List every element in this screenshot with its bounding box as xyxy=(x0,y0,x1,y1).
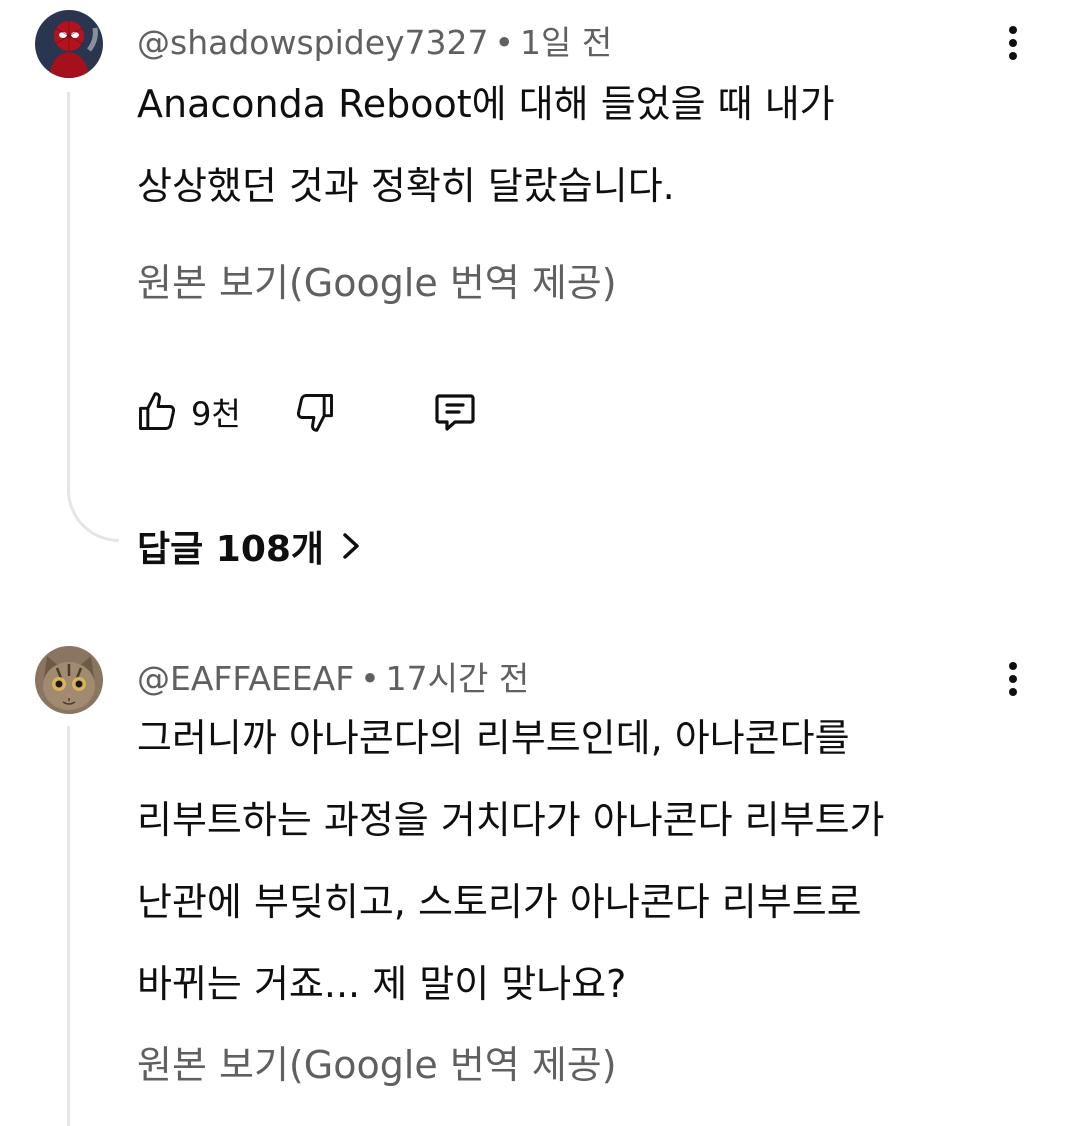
dislike-button[interactable] xyxy=(293,384,337,440)
like-button[interactable]: 9천 xyxy=(135,384,241,440)
comment-meta: @shadowspidey7327 • 1일 전 xyxy=(137,16,612,64)
comment-text: 그러니까 아나콘다의 리부트인데, 아나콘다를 리부트하는 과정을 거치다가 아… xyxy=(137,697,1017,1025)
like-count: 9천 xyxy=(191,395,241,433)
timestamp: 1일 전 xyxy=(520,23,613,62)
comment-text-line: Anaconda Reboot에 대해 들었을 때 내가 xyxy=(137,82,835,126)
comment-text-line: 상상했던 것과 정확히 달랐습니다. xyxy=(137,164,675,208)
thread-connector-line xyxy=(67,726,70,1126)
username[interactable]: @shadowspidey7327 xyxy=(137,23,489,62)
comment-text-line: 바뀌는 거죠... 제 말이 맞나요? xyxy=(137,962,627,1006)
comment-icon xyxy=(435,394,475,431)
more-vertical-icon xyxy=(1009,662,1017,696)
separator-dot: • xyxy=(360,659,380,698)
thumbs-down-icon xyxy=(296,394,333,432)
comment-text-line: 리부트하는 과정을 거치다가 아나콘다 리부트가 xyxy=(137,798,885,842)
view-original-link[interactable]: 원본 보기(Google 번역 제공) xyxy=(137,252,617,307)
view-original-link[interactable]: 원본 보기(Google 번역 제공) xyxy=(137,1034,617,1089)
thumbs-up-icon xyxy=(139,392,176,430)
comment-meta: @EAFFAEEAF • 17시간 전 xyxy=(137,652,529,700)
avatar[interactable] xyxy=(35,646,103,714)
more-options-button[interactable] xyxy=(992,16,1034,70)
more-vertical-icon xyxy=(1009,26,1017,60)
timestamp: 17시간 전 xyxy=(385,659,530,698)
chevron-right-icon xyxy=(343,533,359,559)
comment-text-line: 난관에 부딪히고, 스토리가 아나콘다 리부트로 xyxy=(137,880,862,924)
comment-text-line: 그러니까 아나콘다의 리부트인데, 아나콘다를 xyxy=(137,716,850,760)
username[interactable]: @EAFFAEEAF xyxy=(137,659,354,698)
avatar[interactable] xyxy=(35,10,103,78)
replies-button[interactable]: 답글 108개 xyxy=(137,518,364,574)
comment-text: Anaconda Reboot에 대해 들었을 때 내가 상상했던 것과 정확히… xyxy=(137,63,1017,227)
replies-label: 답글 108개 xyxy=(137,529,325,570)
thread-connector-line xyxy=(67,92,119,542)
separator-dot: • xyxy=(494,23,514,62)
reply-button[interactable] xyxy=(431,384,479,440)
comment-actions: 9천 xyxy=(135,384,535,440)
